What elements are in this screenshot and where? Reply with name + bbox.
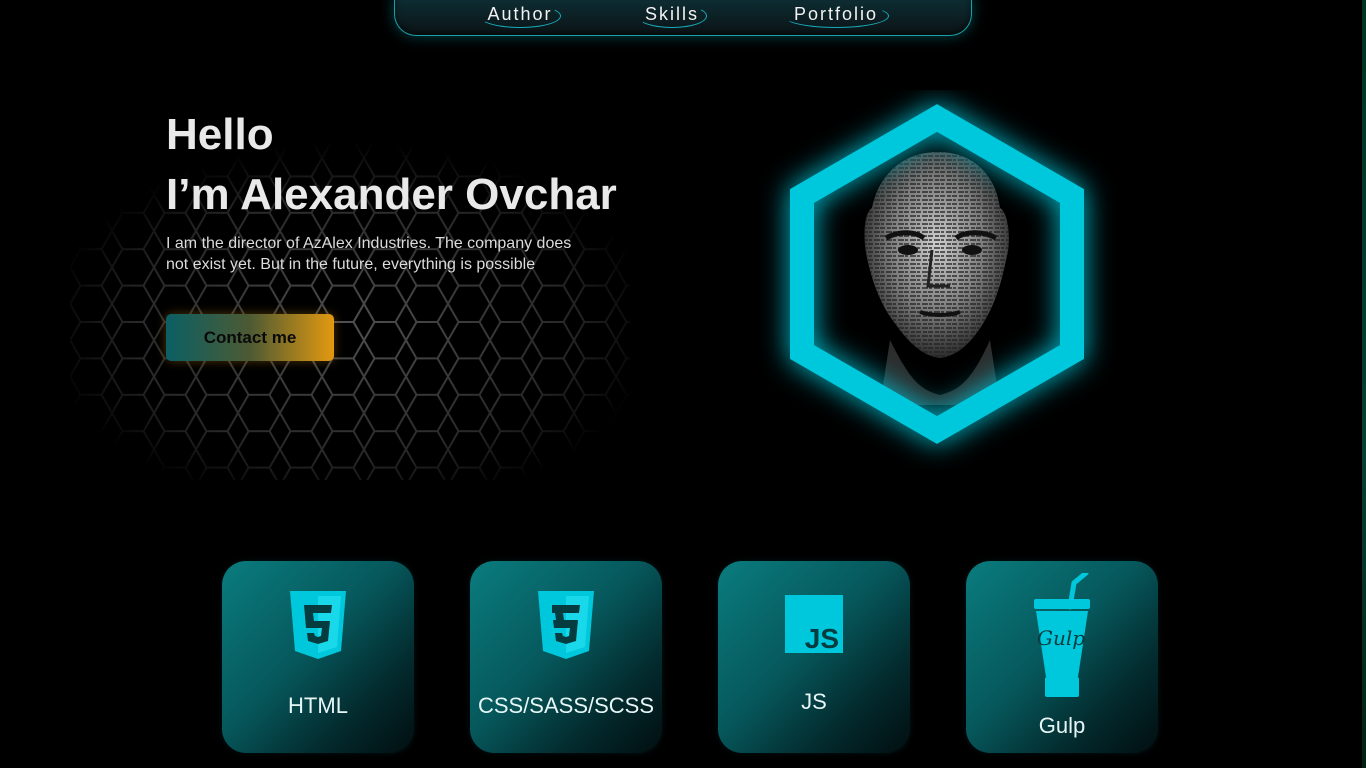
js-icon: JS xyxy=(785,595,843,653)
js-icon-text: JS xyxy=(805,623,839,653)
skill-card-gulp[interactable]: Gulp Gulp xyxy=(966,561,1158,753)
hero-intro: I am the director of AzAlex Industries. … xyxy=(166,235,572,273)
top-nav: Author Skills Portfolio xyxy=(394,0,972,36)
skill-card-js[interactable]: JS JS xyxy=(718,561,910,753)
skill-card-css[interactable]: CSS/SASS/SCSS xyxy=(470,561,662,753)
portrait-hexagon xyxy=(790,104,1084,444)
contact-me-button[interactable]: Contact me xyxy=(166,314,334,361)
nav-skills-label: Skills xyxy=(644,3,699,24)
gulp-icon-text: Gulp xyxy=(1037,626,1085,650)
html5-icon xyxy=(290,591,346,659)
skill-label: JS xyxy=(801,689,827,714)
nav-portfolio-link[interactable]: Portfolio xyxy=(783,0,889,28)
css3-icon xyxy=(538,591,594,659)
page-edge-strip xyxy=(1362,0,1366,768)
skill-label: HTML xyxy=(288,693,348,718)
gulp-icon: Gulp xyxy=(1034,573,1090,697)
skill-card-html[interactable]: HTML xyxy=(222,561,414,753)
nav-skills-link[interactable]: Skills xyxy=(637,0,707,28)
avatar xyxy=(864,152,1009,405)
skill-label: CSS/SASS/SCSS xyxy=(477,693,655,718)
hero-greeting: Hello xyxy=(166,110,274,159)
nav-author-link[interactable]: Author xyxy=(479,0,561,28)
hero-name: I’m Alexander Ovchar xyxy=(166,170,617,219)
nav-portfolio-label: Portfolio xyxy=(793,3,879,24)
skill-label: Gulp xyxy=(1038,713,1086,738)
nav-author-label: Author xyxy=(487,3,553,24)
